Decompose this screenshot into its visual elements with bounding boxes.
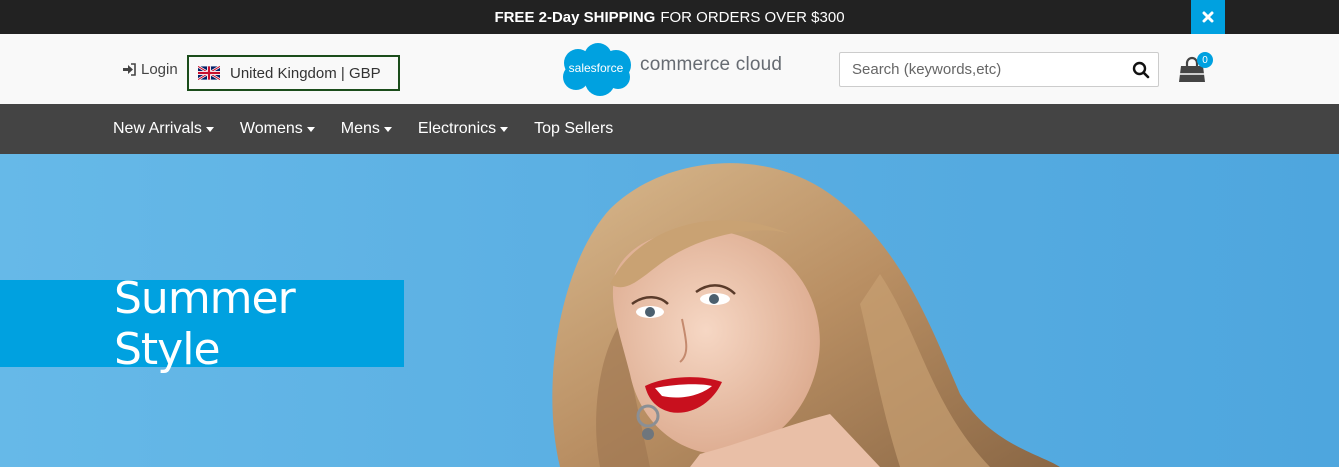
search-input[interactable]: [840, 53, 1125, 86]
nav-item-label: Womens: [239, 120, 303, 137]
caret-down-icon: [500, 127, 509, 132]
nav-item-electronics[interactable]: Electronics: [417, 120, 509, 138]
close-icon: [1202, 11, 1214, 23]
promo-bold-text: FREE 2-Day SHIPPING: [494, 8, 656, 26]
login-link[interactable]: Login: [122, 61, 178, 78]
hero-title: Summer Style: [114, 272, 296, 375]
nav-item-label: Electronics: [417, 120, 497, 137]
logo-text: commerce cloud: [640, 54, 783, 75]
nav-item-label: Top Sellers: [534, 120, 614, 137]
country-selector[interactable]: United Kingdom | GBP: [187, 55, 400, 91]
caret-down-icon: [205, 127, 214, 132]
nav-item-label: Mens: [340, 120, 380, 137]
search-icon: [1132, 61, 1150, 79]
promo-banner: FREE 2-Day SHIPPING FOR ORDERS OVER $300: [0, 0, 1339, 34]
nav-item-womens[interactable]: Womens: [240, 120, 315, 138]
nav-item-new-arrivals[interactable]: New Arrivals: [113, 120, 214, 138]
promo-text: FOR ORDERS OVER $300: [660, 8, 845, 26]
sign-in-icon: [123, 63, 136, 76]
hero-banner[interactable]: Summer Style: [0, 154, 1339, 467]
salesforce-cloud-icon: salesforce: [563, 43, 631, 96]
login-label: Login: [141, 61, 178, 78]
promo-close-button[interactable]: [1191, 0, 1225, 34]
logo-cloud-text: salesforce: [569, 61, 624, 75]
country-label: United Kingdom | GBP: [230, 64, 381, 82]
search-form: [839, 52, 1159, 87]
search-button[interactable]: [1132, 61, 1150, 79]
salesforce-logo[interactable]: salesforce commerce cloud: [556, 41, 782, 97]
minicart-button[interactable]: 0: [1178, 52, 1214, 86]
site-header: Login United Kingdom | GBP salesforce co…: [0, 34, 1339, 104]
nav-item-mens[interactable]: Mens: [341, 120, 392, 138]
main-navigation: New Arrivals Womens Mens Electronics Top…: [0, 104, 1339, 154]
caret-down-icon: [383, 127, 392, 132]
nav-item-label: New Arrivals: [113, 120, 202, 137]
cart-count-badge: 0: [1197, 52, 1213, 68]
caret-down-icon: [306, 127, 315, 132]
hero-title-box: Summer Style: [0, 273, 404, 375]
nav-item-top-sellers[interactable]: Top Sellers: [534, 120, 613, 138]
uk-flag-icon: [198, 66, 220, 80]
